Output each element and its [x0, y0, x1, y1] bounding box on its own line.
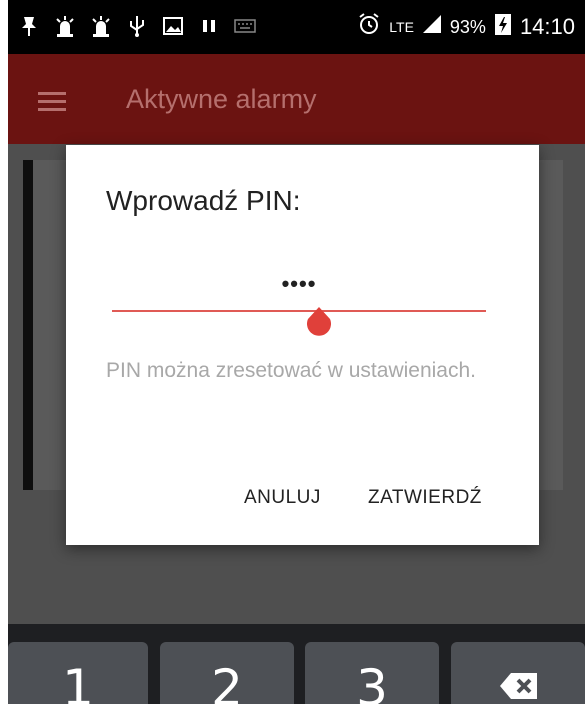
- helper-text: PIN można zresetować w ustawieniach.: [106, 359, 476, 382]
- key-3[interactable]: 3: [305, 642, 439, 704]
- pause-icon: [198, 15, 220, 37]
- app-bar: Aktywne alarmy: [8, 54, 585, 144]
- notification-icons: [18, 15, 256, 37]
- hamburger-icon[interactable]: [38, 92, 66, 112]
- numeric-keyboard: 1 2 3: [8, 624, 585, 704]
- battery-charging-icon: [494, 12, 512, 42]
- pin-input[interactable]: ••••: [112, 265, 486, 336]
- input-underline: [112, 310, 486, 312]
- siren-icon: [54, 15, 76, 37]
- battery-percent: 93%: [449, 16, 486, 37]
- system-status: LTE 93% 14:10: [357, 12, 575, 42]
- clock: 14:10: [519, 14, 575, 39]
- confirm-button[interactable]: ZATWIERDŹ: [368, 487, 482, 509]
- signal-icon: [422, 14, 442, 40]
- key-2[interactable]: 2: [160, 642, 294, 704]
- pin-value: ••••: [281, 271, 317, 296]
- backspace-icon: [500, 673, 537, 699]
- cancel-button[interactable]: ANULUJ: [244, 487, 321, 509]
- usb-icon: [126, 15, 148, 37]
- cursor-handle-icon[interactable]: [304, 307, 334, 339]
- alarm-clock-icon: [357, 12, 381, 42]
- pin-dialog: Wprowadź PIN: •••• PIN można zresetować …: [66, 145, 539, 545]
- phone-screen: LTE 93% 14:10 Aktywne alarmy 1 2 3 Wprow…: [8, 0, 585, 704]
- siren-icon: [90, 15, 112, 37]
- page-title: Aktywne alarmy: [126, 84, 317, 114]
- key-1[interactable]: 1: [8, 642, 148, 704]
- image-icon: [162, 15, 184, 37]
- dialog-title: Wprowadź PIN:: [106, 185, 301, 216]
- pin-icon: [18, 15, 40, 37]
- alarm-card-stripe: [23, 160, 33, 490]
- keyboard-icon: [234, 15, 256, 37]
- status-bar: LTE 93% 14:10: [8, 0, 585, 54]
- network-type: LTE: [389, 19, 414, 35]
- delete-key[interactable]: [451, 642, 585, 704]
